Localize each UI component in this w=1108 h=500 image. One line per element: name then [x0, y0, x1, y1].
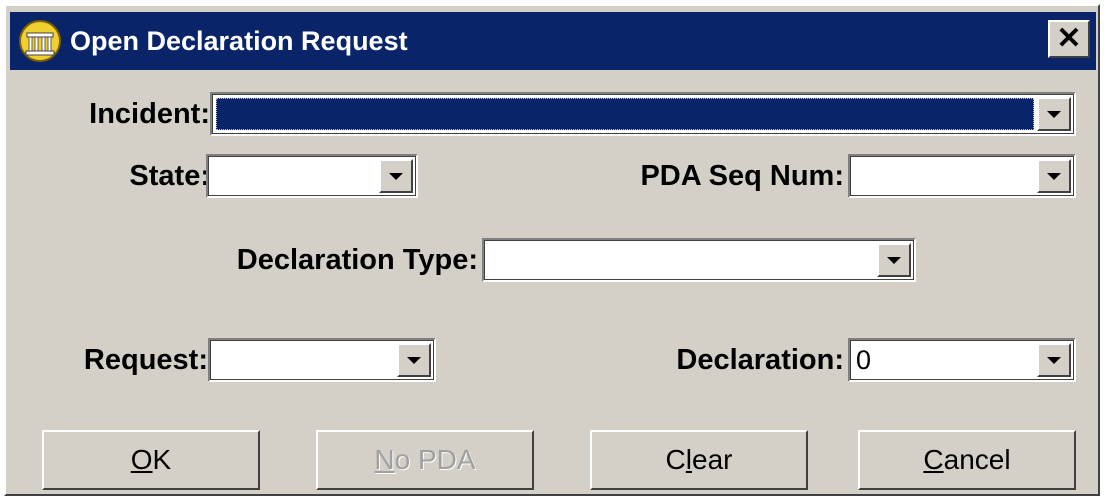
state-label: State: [129, 160, 210, 192]
no-pda-button[interactable]: No PDA [316, 430, 534, 490]
incident-combo[interactable] [210, 92, 1076, 136]
declaration-value: 0 [856, 345, 872, 375]
declaration-label: Declaration: [676, 344, 844, 376]
building-icon [16, 17, 64, 65]
incident-selected-field[interactable] [216, 98, 1034, 130]
declaration-type-combo[interactable] [482, 238, 916, 282]
incident-label: Incident: [89, 98, 210, 130]
ok-button[interactable]: OK [42, 430, 260, 490]
dialog-window: Open Declaration Request ✕ Incident: Sta… [4, 4, 1100, 496]
pda-seq-num-label: PDA Seq Num: [640, 160, 844, 192]
chevron-down-icon [1047, 356, 1061, 364]
incident-dropdown-button[interactable] [1037, 97, 1071, 131]
cancel-button[interactable]: Cancel [858, 430, 1076, 490]
declaration-dropdown-button[interactable] [1037, 343, 1071, 377]
state-dropdown-button[interactable] [379, 159, 413, 193]
declaration-combo[interactable]: 0 [848, 338, 1076, 382]
close-button[interactable]: ✕ [1048, 20, 1090, 58]
chevron-down-icon [887, 256, 901, 264]
state-combo[interactable] [206, 154, 418, 198]
declaration-type-dropdown-button[interactable] [877, 243, 911, 277]
chevron-down-icon [1047, 172, 1061, 180]
chevron-down-icon [1047, 110, 1061, 118]
request-label: Request: [83, 344, 208, 376]
pda-seq-num-dropdown-button[interactable] [1037, 159, 1071, 193]
title-bar[interactable]: Open Declaration Request ✕ [10, 12, 1096, 70]
request-dropdown-button[interactable] [397, 343, 431, 377]
declaration-type-label: Declaration Type: [236, 244, 478, 276]
chevron-down-icon [407, 356, 421, 364]
chevron-down-icon [389, 172, 403, 180]
clear-button[interactable]: Cl ear [590, 430, 808, 490]
pda-seq-num-combo[interactable] [848, 154, 1076, 198]
request-combo[interactable] [208, 338, 436, 382]
window-title: Open Declaration Request [70, 25, 408, 56]
close-icon: ✕ [1056, 22, 1082, 55]
